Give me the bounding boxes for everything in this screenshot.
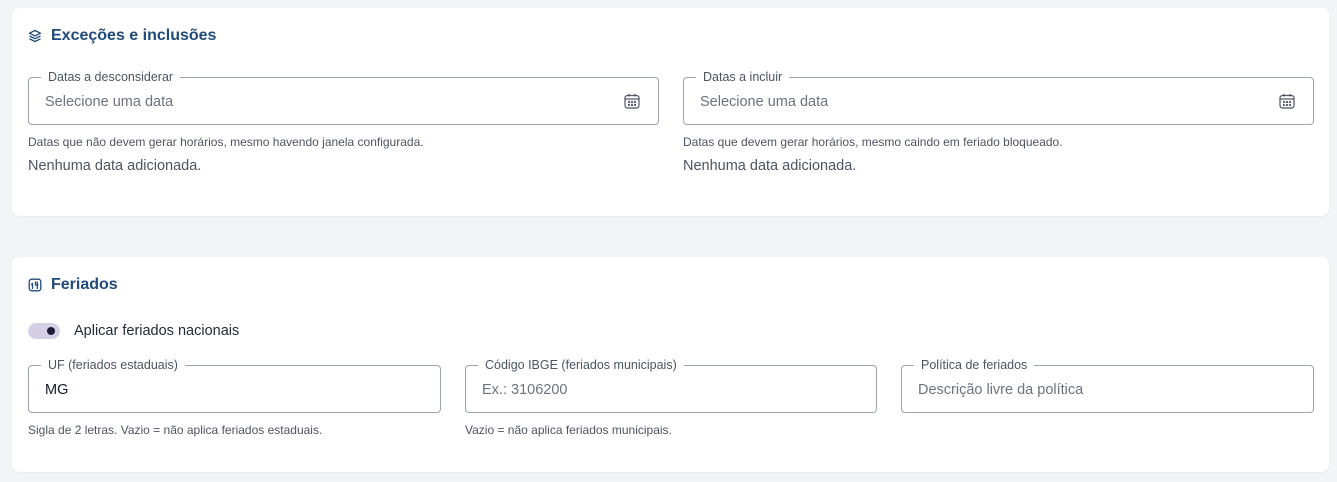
calendar-icon[interactable] bbox=[623, 92, 641, 110]
national-holidays-row: Aplicar feriados nacionais bbox=[28, 323, 239, 339]
national-holidays-label: Aplicar feriados nacionais bbox=[74, 323, 240, 339]
exclude-dates-input[interactable]: Selecione uma data bbox=[45, 93, 173, 111]
holidays-card: Feriados Aplicar feriados nacionais UF (… bbox=[12, 257, 1329, 472]
uf-helper: Sigla de 2 letras. Vazio = não aplica fe… bbox=[28, 423, 323, 437]
policy-legend: Política de feriados bbox=[914, 357, 1035, 373]
ibge-field[interactable]: Código IBGE (feriados municipais) Ex.: 3… bbox=[465, 357, 877, 413]
exceptions-card: Exceções e inclusões Datas a desconsider… bbox=[12, 8, 1329, 216]
exclude-dates-legend: Datas a desconsiderar bbox=[41, 69, 181, 85]
exceptions-title-row: Exceções e inclusões bbox=[28, 27, 216, 45]
policy-field[interactable]: Política de feriados Descrição livre da … bbox=[901, 357, 1314, 413]
uf-legend: UF (feriados estaduais) bbox=[41, 357, 185, 373]
exclude-dates-helper: Datas que não devem gerar horários, mesm… bbox=[28, 135, 424, 149]
include-dates-empty: Nenhuma data adicionada. bbox=[683, 158, 857, 174]
national-holidays-toggle[interactable] bbox=[28, 323, 60, 339]
exclude-dates-field[interactable]: Datas a desconsiderar Selecione uma data bbox=[28, 69, 659, 125]
uf-field[interactable]: UF (feriados estaduais) MG bbox=[28, 357, 441, 413]
holiday-icon bbox=[28, 278, 42, 292]
ibge-legend: Código IBGE (feriados municipais) bbox=[478, 357, 684, 373]
toggle-knob bbox=[47, 327, 55, 335]
exclude-dates-empty: Nenhuma data adicionada. bbox=[28, 158, 202, 174]
layers-icon bbox=[28, 29, 42, 43]
include-dates-input[interactable]: Selecione uma data bbox=[700, 93, 828, 111]
uf-input[interactable]: MG bbox=[45, 381, 68, 399]
include-dates-helper: Datas que devem gerar horários, mesmo ca… bbox=[683, 135, 1063, 149]
policy-input[interactable]: Descrição livre da política bbox=[918, 381, 1083, 399]
holidays-title: Feriados bbox=[51, 276, 118, 293]
holidays-title-row: Feriados bbox=[28, 276, 118, 294]
exceptions-title: Exceções e inclusões bbox=[51, 27, 217, 44]
include-dates-field[interactable]: Datas a incluir Selecione uma data bbox=[683, 69, 1314, 125]
ibge-input[interactable]: Ex.: 3106200 bbox=[482, 381, 567, 399]
include-dates-legend: Datas a incluir bbox=[696, 69, 790, 85]
calendar-icon[interactable] bbox=[1278, 92, 1296, 110]
ibge-helper: Vazio = não aplica feriados municipais. bbox=[465, 423, 672, 437]
